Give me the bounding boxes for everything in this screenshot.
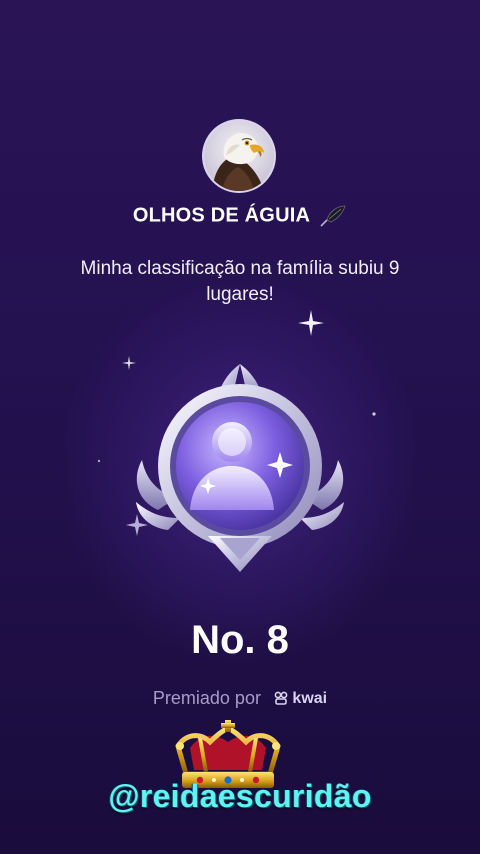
rank-medal-icon [136,364,344,572]
eagle-avatar-icon [204,121,274,191]
profile-avatar[interactable] [204,121,274,191]
profile-name: OLHOS DE ÁGUIA [132,204,310,227]
creator-handle: @reidaescuridão [108,778,372,814]
rank-up-screen: OLHOS DE ÁGUIA Minha classificação na fa… [0,0,480,854]
profile-name-row: OLHOS DE ÁGUIA [0,204,480,228]
sparkle-icon [298,310,324,336]
rank-change-message: Minha classificação na família subiu 9 l… [80,258,400,305]
awarded-by: Premiado por kwai [0,688,480,709]
sparkle-icon [372,412,376,416]
sparkle-icon [97,459,101,463]
awarded-by-label: Premiado por [152,688,261,708]
black-feather-icon [320,205,346,227]
kwai-brand-text: kwai [292,690,328,708]
rank-number: No. 8 [191,618,289,662]
kwai-icon [274,691,288,706]
kwai-logo: kwai [274,690,327,708]
